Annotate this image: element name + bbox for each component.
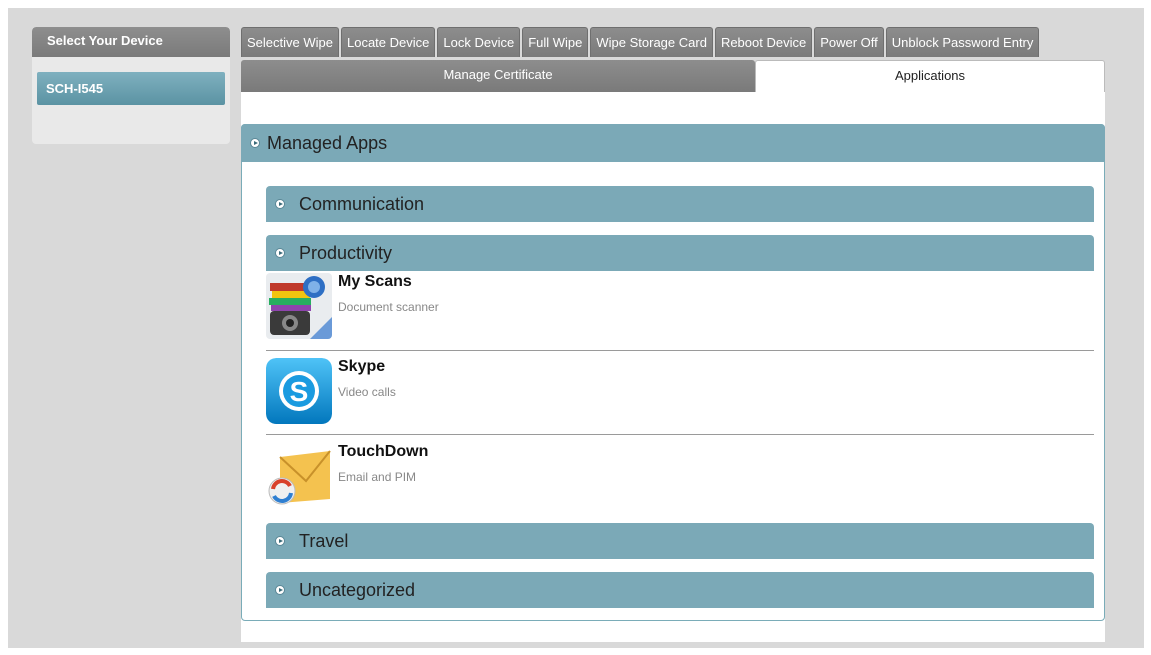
device-panel: Select Your Device SCH-I545 xyxy=(32,27,230,144)
tab-wipe-storage-card[interactable]: Wipe Storage Card xyxy=(590,27,713,57)
category-productivity[interactable]: Productivity xyxy=(266,235,1094,271)
managed-apps-title: Managed Apps xyxy=(267,133,388,153)
managed-apps-header[interactable]: Managed Apps xyxy=(241,124,1105,162)
managed-apps-section: Managed Apps Communication Productivity xyxy=(241,124,1105,621)
my-scans-icon xyxy=(266,273,332,339)
svg-text:S: S xyxy=(290,376,309,407)
device-item-sch-i545[interactable]: SCH-I545 xyxy=(37,72,225,105)
tab-manage-certificate[interactable]: Manage Certificate xyxy=(241,60,755,92)
category-label: Uncategorized xyxy=(299,580,416,600)
tab-lock-device[interactable]: Lock Device xyxy=(437,27,521,57)
action-tabs: Selective Wipe Locate Device Lock Device… xyxy=(241,27,1040,57)
app-description: Email and PIM xyxy=(338,470,417,484)
category-travel[interactable]: Travel xyxy=(266,523,1094,559)
expand-icon xyxy=(275,536,285,546)
app-row-skype[interactable]: S Skype Video calls xyxy=(266,356,1094,435)
category-label: Communication xyxy=(299,194,425,214)
skype-icon: S xyxy=(266,358,332,424)
app-name: Skype xyxy=(338,358,386,375)
expand-icon xyxy=(275,585,285,595)
tab-locate-device[interactable]: Locate Device xyxy=(340,27,436,57)
category-label: Productivity xyxy=(299,243,393,263)
device-panel-header: Select Your Device xyxy=(32,27,230,57)
tab-full-wipe[interactable]: Full Wipe xyxy=(522,27,589,57)
app-name: My Scans xyxy=(338,273,412,290)
app-description: Video calls xyxy=(338,385,396,399)
secondary-tabs: Manage Certificate Applications xyxy=(241,60,1105,92)
category-communication[interactable]: Communication xyxy=(266,186,1094,222)
expand-icon xyxy=(275,199,285,209)
category-uncategorized[interactable]: Uncategorized xyxy=(266,572,1094,608)
expand-icon xyxy=(250,138,260,148)
app-name: TouchDown xyxy=(338,443,429,460)
tab-applications[interactable]: Applications xyxy=(755,60,1105,92)
app-row-touchdown[interactable]: TouchDown Email and PIM xyxy=(266,441,1094,519)
tab-reboot-device[interactable]: Reboot Device xyxy=(714,27,813,57)
touchdown-icon xyxy=(266,443,332,509)
tab-power-off[interactable]: Power Off xyxy=(814,27,884,57)
applications-panel: Managed Apps Communication Productivity xyxy=(241,92,1105,642)
app-description: Document scanner xyxy=(338,300,439,314)
category-label: Travel xyxy=(299,531,349,551)
tab-unblock-password-entry[interactable]: Unblock Password Entry xyxy=(885,27,1040,57)
app-row-my-scans[interactable]: My Scans Document scanner xyxy=(266,271,1094,351)
expand-icon xyxy=(275,248,285,258)
tab-selective-wipe[interactable]: Selective Wipe xyxy=(241,27,339,57)
